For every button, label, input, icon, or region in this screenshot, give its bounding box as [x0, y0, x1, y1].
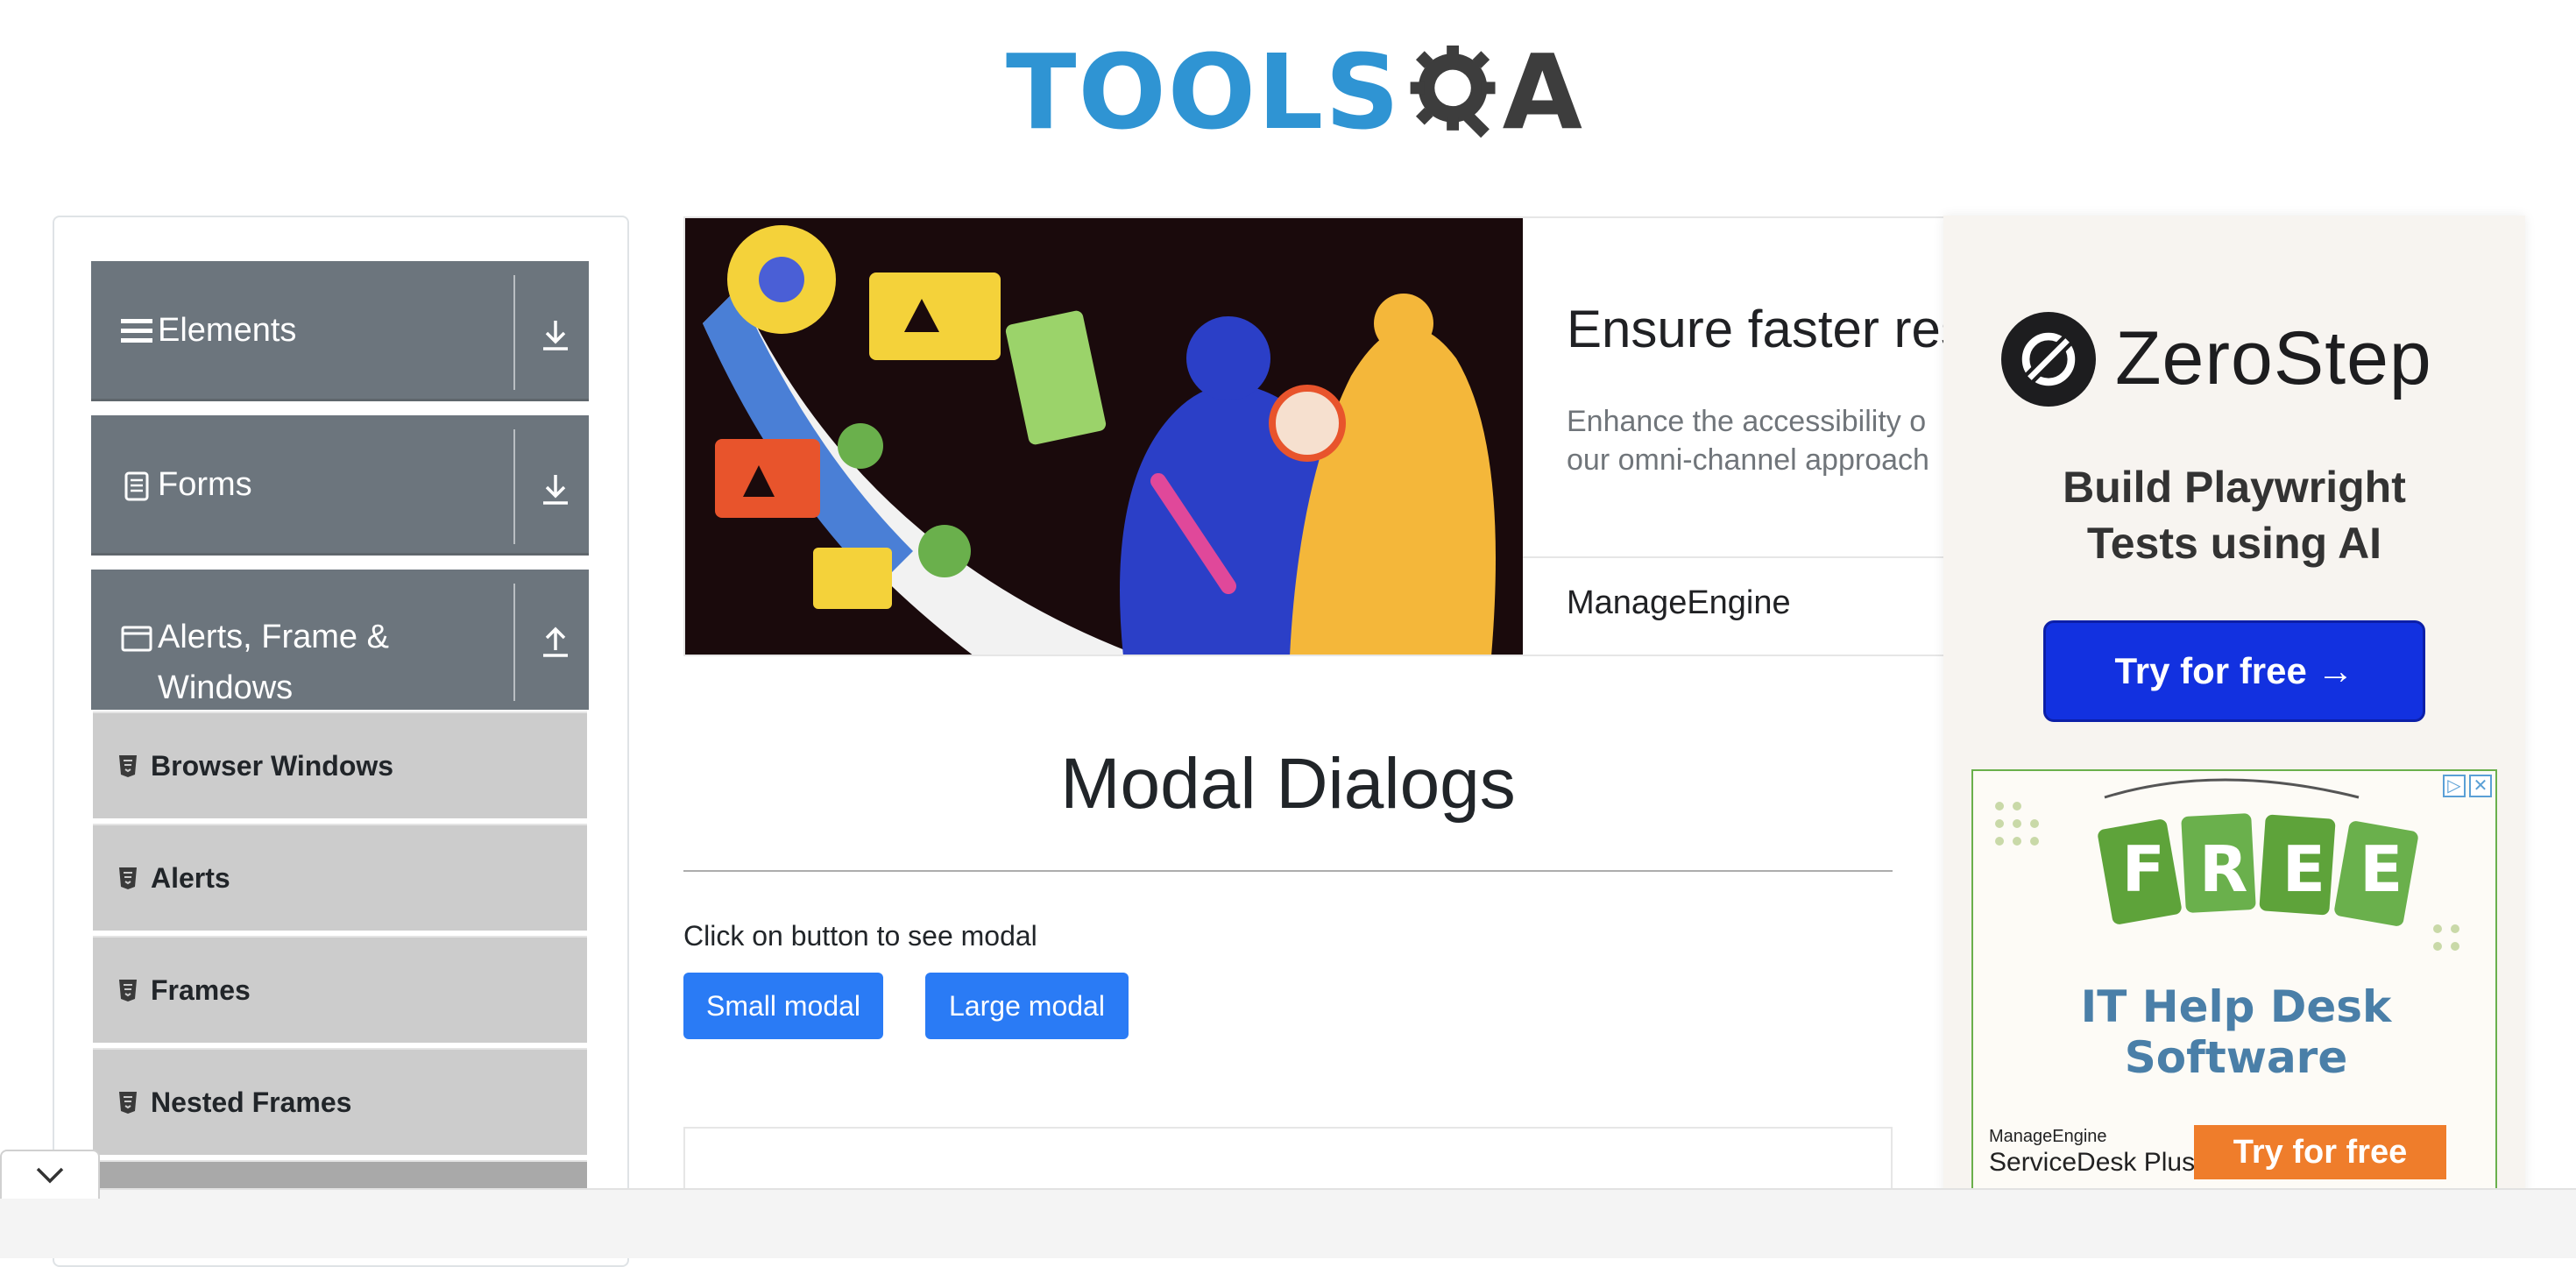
html5-icon — [119, 1092, 137, 1114]
zerostep-try-button[interactable]: Try for free → — [2043, 620, 2425, 722]
servicedesk-ad[interactable]: F R E E ▷ ✕ IT Help Desk Software Manage… — [1971, 769, 2497, 1199]
download-arrow-icon — [543, 475, 568, 505]
zerostep-name: ZeroStep — [2115, 316, 2432, 400]
banner-description-line2: our omni-channel approach — [1567, 443, 1929, 477]
html5-icon — [119, 755, 137, 777]
sidebar-item-label: Alerts — [151, 861, 230, 894]
gear-magnifier-icon — [1410, 45, 1496, 138]
sidebar-item-alerts[interactable]: Alerts — [93, 824, 587, 931]
tag-letter: E — [2360, 832, 2403, 906]
large-modal-button[interactable]: Large modal — [925, 973, 1129, 1039]
zerostep-logo-icon — [2001, 312, 2096, 407]
html5-icon — [119, 867, 137, 889]
servicedesk-brand-line1: ManageEngine — [1989, 1127, 2107, 1146]
sidebar-item-label: Frames — [151, 973, 251, 1006]
banner-brand: ManageEngine — [1567, 584, 1791, 621]
sidebar-group-label: Elements — [158, 312, 297, 349]
toolsqa-logo[interactable]: TOOLS A — [1006, 26, 1584, 158]
banner-illustration — [685, 218, 1523, 655]
download-arrow-icon — [543, 321, 568, 350]
banner-description-line1: Enhance the accessibility o — [1567, 405, 1927, 438]
logo-text-tools: TOOLS — [1006, 32, 1402, 152]
sidebar-item-frames[interactable]: Frames — [93, 936, 587, 1043]
manageengine-banner-ad[interactable]: Ensure faster res Enhance the accessibil… — [683, 216, 1945, 656]
ad-info-icon[interactable]: ▷ — [2443, 775, 2466, 797]
sidebar-item-browser-windows[interactable]: Browser Windows — [93, 711, 587, 818]
window-icon — [121, 626, 152, 652]
ad-choices[interactable]: ▷ ✕ — [2443, 775, 2492, 797]
close-icon[interactable]: ✕ — [2469, 775, 2492, 797]
sidebar-item-label: Nested Frames — [151, 1086, 352, 1118]
sidebar-group-forms[interactable]: Forms — [91, 415, 589, 556]
logo-text-a: A — [1502, 32, 1584, 152]
instruction-text: Click on button to see modal — [683, 920, 1037, 952]
divider — [1523, 556, 1943, 558]
content-box — [683, 1127, 1893, 1197]
divider — [513, 584, 515, 701]
hamburger-icon — [121, 319, 152, 343]
zerostep-tagline: Build Playwright Tests using AI — [1943, 459, 2525, 571]
servicedesk-title: IT Help Desk Software — [2080, 981, 2392, 1083]
zerostep-tagline-line2: Tests using AI — [2086, 519, 2382, 568]
chevron-down-icon — [36, 1167, 64, 1184]
tag-letter: F — [2121, 832, 2165, 906]
sidebar-item-label: Browser Windows — [151, 749, 394, 782]
bottom-bar — [0, 1188, 2576, 1258]
servicedesk-try-button[interactable]: Try for free — [2194, 1125, 2446, 1179]
sidebar-group-label-line2: Windows — [158, 669, 294, 706]
zerostep-tagline-line1: Build Playwright — [2063, 463, 2406, 512]
html5-icon — [119, 980, 137, 1002]
page-title: Modal Dialogs — [1060, 744, 1516, 824]
banner-description: Enhance the accessibility o our omni-cha… — [1567, 402, 1943, 479]
sidebar-group-label: Forms — [158, 466, 252, 503]
left-sidebar: Elements Forms Alerts, Frame & Windows B… — [53, 216, 629, 1267]
servicedesk-brand-line2: ServiceDesk Plus — [1989, 1148, 2196, 1177]
free-tag-letters: F R E E — [2105, 832, 2420, 906]
divider — [513, 429, 515, 544]
banner-title: Ensure faster res — [1567, 300, 1945, 358]
document-icon — [124, 471, 149, 501]
title-divider — [683, 870, 1893, 872]
tag-letter: R — [2199, 832, 2248, 906]
collapse-toggle[interactable] — [0, 1150, 100, 1199]
small-modal-button[interactable]: Small modal — [683, 973, 883, 1039]
sidebar-group-elements[interactable]: Elements — [91, 261, 589, 401]
upload-arrow-icon — [543, 626, 568, 657]
tag-letter: E — [2282, 832, 2325, 906]
divider — [513, 275, 515, 390]
sidebar-group-alerts-frame-windows[interactable]: Alerts, Frame & Windows — [91, 570, 589, 710]
sidebar-item-nested-frames[interactable]: Nested Frames — [93, 1048, 587, 1155]
sidebar-group-label-line1: Alerts, Frame & — [158, 619, 389, 655]
